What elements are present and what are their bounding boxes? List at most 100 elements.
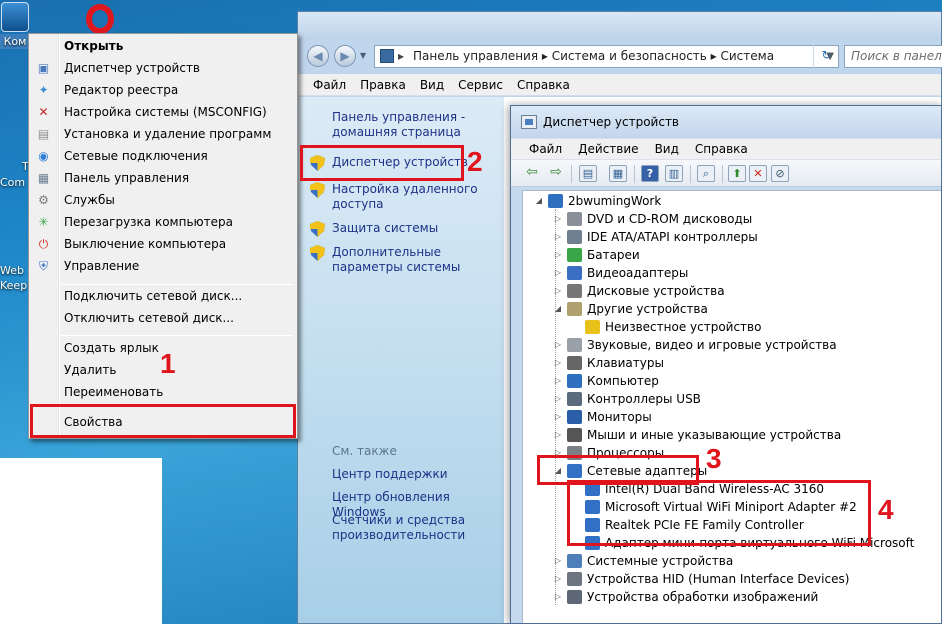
menu-help[interactable]: Справка <box>687 139 756 160</box>
help-icon[interactable]: ? <box>641 165 659 182</box>
blank-area <box>0 458 162 624</box>
properties-icon[interactable]: ▦ <box>609 165 627 182</box>
back-arrow-icon[interactable]: ⇦ <box>523 165 541 182</box>
search-input[interactable]: Поиск в панели <box>844 45 942 68</box>
performance-tools-link[interactable]: Счетчики и средства производительности <box>332 513 502 543</box>
context-menu-item[interactable]: ⛨ Управление <box>31 255 295 277</box>
context-menu-item[interactable]: ⚙ Службы <box>31 189 295 211</box>
context-menu-item[interactable]: ▣ Диспетчер устройств <box>31 57 295 79</box>
expand-arrow-icon[interactable]: ▷ <box>553 282 563 300</box>
expand-arrow-icon[interactable]: ▷ <box>553 408 563 426</box>
expand-arrow-icon[interactable]: ▷ <box>553 390 563 408</box>
remote-settings-link[interactable]: Настройка удаленного доступа <box>310 182 502 212</box>
menu-item-label: Настройка системы (MSCONFIG) <box>64 105 267 119</box>
annotation-number-1: 1 <box>160 348 176 379</box>
refresh-button[interactable]: ↻ <box>813 45 839 68</box>
context-menu-item[interactable]: ◉ Сетевые подключения <box>31 145 295 167</box>
shield-icon: ⛨ <box>38 259 48 273</box>
expand-arrow-icon[interactable]: ▷ <box>553 426 563 444</box>
context-menu-item[interactable]: ✦ Редактор реестра <box>31 79 295 101</box>
context-menu-item[interactable]: Подключить сетевой диск... <box>31 285 295 307</box>
menu-file[interactable]: Файл <box>521 139 570 160</box>
menu-bar: Файл Действие Вид Справка <box>511 138 941 159</box>
disk-icon <box>567 284 582 298</box>
collapse-arrow-icon[interactable]: ◢ <box>553 300 563 318</box>
expand-arrow-icon[interactable]: ▷ <box>553 570 563 588</box>
desktop-side-label: Keep <box>0 279 28 292</box>
expand-arrow-icon[interactable]: ▷ <box>553 336 563 354</box>
expand-arrow-icon[interactable]: ▷ <box>553 210 563 228</box>
network-icon: ◉ <box>38 149 49 163</box>
tree-item-label: DVD и CD-ROM дисководы <box>587 212 753 226</box>
expand-arrow-icon[interactable]: ▷ <box>553 228 563 246</box>
uninstall-icon[interactable]: ✕ <box>749 165 767 182</box>
breadcrumb: Панель управления ▸ Система и безопаснос… <box>413 49 775 63</box>
tree-item-label: Клавиатуры <box>587 356 664 370</box>
menu-edit[interactable]: Правка <box>353 74 413 96</box>
view-icon[interactable]: ▥ <box>665 165 683 182</box>
opera-icon[interactable] <box>86 4 114 34</box>
update-driver-icon[interactable]: ⬆ <box>728 165 746 182</box>
shield-icon <box>310 182 325 198</box>
toolbar-separator <box>634 165 635 183</box>
system-protection-link[interactable]: Защита системы <box>310 221 502 237</box>
context-menu-item[interactable]: Отключить сетевой диск... <box>31 307 295 329</box>
menu-separator <box>61 335 293 336</box>
collapse-arrow-icon[interactable]: ◢ <box>534 192 544 210</box>
context-menu-item[interactable]: ▦ Панель управления <box>31 167 295 189</box>
tree-item-label: Устройства обработки изображений <box>587 590 819 604</box>
menu-item-label: Перезагрузка компьютера <box>64 215 233 229</box>
recent-pages-dropdown[interactable]: ▼ <box>360 51 366 60</box>
forward-button[interactable]: ▶ <box>334 45 356 67</box>
expand-arrow-icon[interactable]: ▷ <box>553 354 563 372</box>
show-hide-tree-icon[interactable]: ▤ <box>579 165 597 182</box>
imaging-icon <box>567 590 582 604</box>
keyboard-icon <box>567 356 582 370</box>
watermark: user-life.com <box>821 596 928 613</box>
menu-view[interactable]: Вид <box>413 74 451 96</box>
context-menu-item[interactable]: ✳ Перезагрузка компьютера <box>31 211 295 233</box>
expand-arrow-icon[interactable]: ▷ <box>553 372 563 390</box>
annotation-number-3: 3 <box>706 443 722 474</box>
forward-arrow-icon[interactable]: ⇨ <box>547 165 565 182</box>
expand-arrow-icon[interactable]: ▷ <box>553 552 563 570</box>
desktop-computer-icon[interactable]: Ком <box>0 2 30 49</box>
menu-item-label: Переименовать <box>64 385 164 399</box>
disable-device-icon[interactable]: ⊘ <box>771 165 789 182</box>
menu-bar: Файл Правка Вид Сервис Справка <box>298 74 941 96</box>
address-bar[interactable]: ▸ Панель управления ▸ Система и безопасн… <box>374 45 839 68</box>
control-panel-icon: ▦ <box>37 171 50 185</box>
menu-item-label: Сетевые подключения <box>64 149 208 163</box>
tree-item-label: Дисковые устройства <box>587 284 725 298</box>
hid-icon <box>567 572 582 586</box>
action-center-link[interactable]: Центр поддержки <box>332 467 502 482</box>
system-protection-link-label: Защита системы <box>332 221 439 235</box>
mouse-icon <box>567 428 582 442</box>
menu-tools[interactable]: Сервис <box>451 74 510 96</box>
context-menu-item[interactable]: ✕ Настройка системы (MSCONFIG) <box>31 101 295 123</box>
desktop-computer-label: Ком <box>0 34 30 49</box>
annotation-number-4: 4 <box>878 494 894 525</box>
tree-item-label: Мониторы <box>587 410 652 424</box>
expand-arrow-icon[interactable]: ▷ <box>553 588 563 606</box>
scan-hardware-icon[interactable]: ⌕ <box>697 165 715 182</box>
context-menu-item[interactable]: ⏻ Выключение компьютера <box>31 233 295 255</box>
context-menu-item[interactable]: ▤ Установка и удаление программ <box>31 123 295 145</box>
menu-item-label: Службы <box>64 193 115 207</box>
menu-action[interactable]: Действие <box>570 139 646 160</box>
device-tree: ◢ 2bwumingWork ▷ DVD и CD-ROM дисководы ▷ IDE… <box>522 190 941 623</box>
menu-help[interactable]: Справка <box>510 74 577 96</box>
menu-view[interactable]: Вид <box>647 139 687 160</box>
expand-arrow-icon[interactable]: ▷ <box>553 246 563 264</box>
restart-icon: ✳ <box>38 215 49 229</box>
context-menu-item[interactable]: Переименовать <box>31 381 295 403</box>
context-menu-item[interactable]: Открыть <box>31 35 295 57</box>
advanced-settings-link[interactable]: Дополнительные параметры системы <box>310 245 502 275</box>
tree-item-label: Мыши и иные указывающие устройства <box>587 428 842 442</box>
control-panel-home-link[interactable]: Панель управления - домашняя страница <box>332 110 502 140</box>
menu-item-label: Удалить <box>64 363 117 377</box>
sound-icon <box>567 338 582 352</box>
expand-arrow-icon[interactable]: ▷ <box>553 264 563 282</box>
back-button[interactable]: ◀ <box>307 45 329 67</box>
menu-file[interactable]: Файл <box>306 74 353 96</box>
